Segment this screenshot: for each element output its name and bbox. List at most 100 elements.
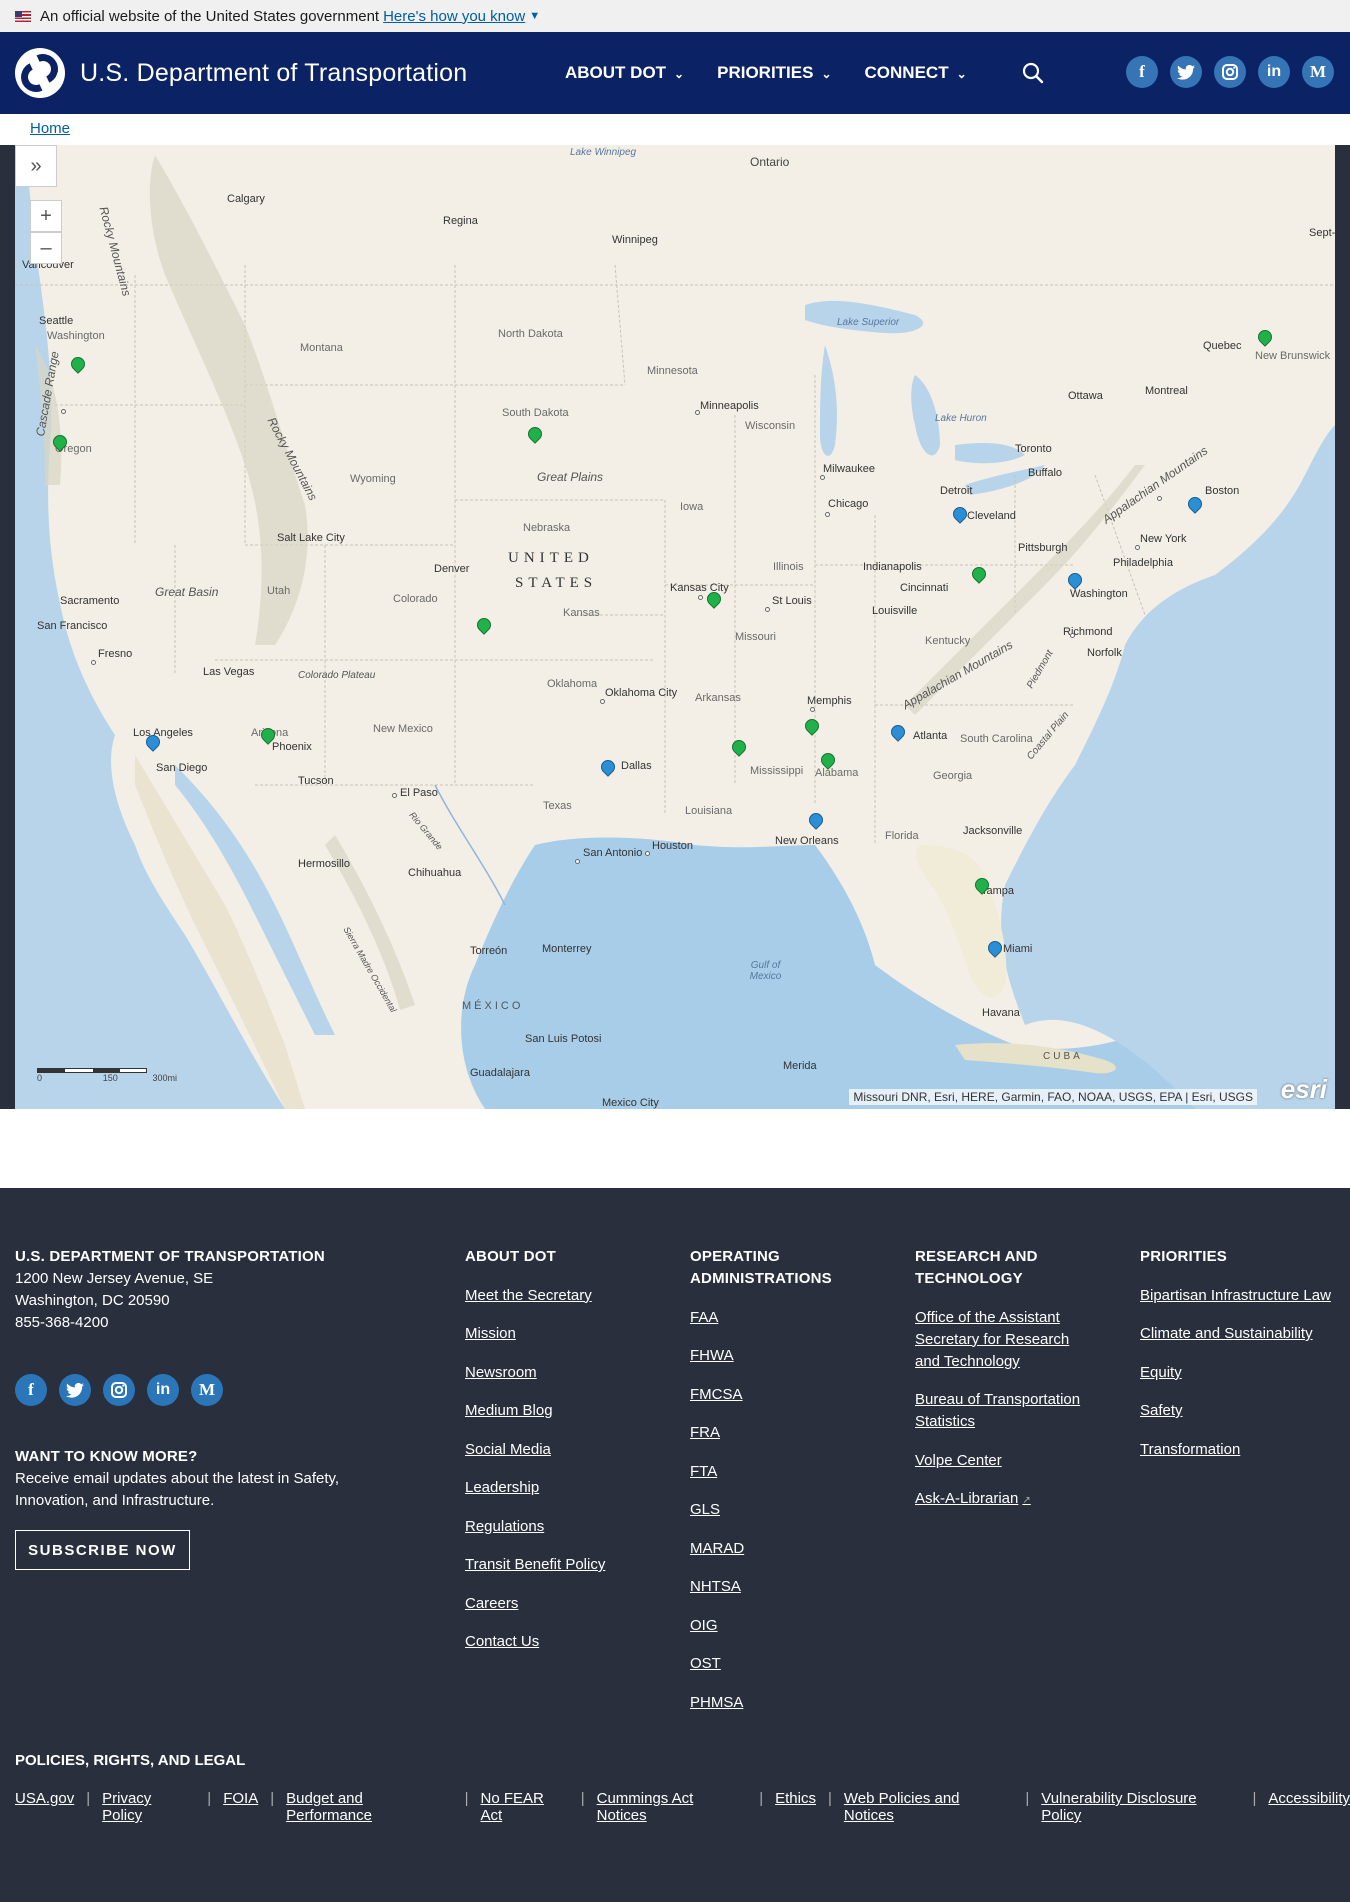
- zoom-out-button[interactable]: –: [30, 232, 62, 264]
- linkedin-icon[interactable]: in: [1258, 56, 1290, 88]
- heres-how-you-know-link[interactable]: Here's how you know: [383, 8, 525, 25]
- legal-link[interactable]: Privacy Policy: [102, 1790, 195, 1824]
- legal-link[interactable]: Web Policies and Notices: [844, 1790, 1014, 1824]
- footer-link[interactable]: Newsroom: [465, 1362, 655, 1384]
- dot-logo-link[interactable]: U.S. Department of Transportation: [15, 48, 467, 98]
- nav-connect[interactable]: CONNECT ⌄: [865, 63, 967, 83]
- zoom-in-button[interactable]: +: [30, 200, 62, 232]
- expand-panel-button[interactable]: »: [15, 145, 57, 187]
- legal-link[interactable]: Ethics: [775, 1790, 816, 1824]
- map-pin-blue[interactable]: [950, 504, 970, 525]
- external-link-icon: ↗: [1022, 1495, 1031, 1506]
- footer-link[interactable]: Climate and Sustainability: [1140, 1323, 1340, 1345]
- facebook-icon[interactable]: f: [15, 1374, 47, 1406]
- footer-link[interactable]: Safety: [1140, 1400, 1340, 1422]
- footer-link[interactable]: FTA: [690, 1461, 870, 1483]
- city-marker: [1070, 633, 1075, 638]
- minus-icon: –: [40, 236, 52, 259]
- map-pin-green[interactable]: [525, 424, 545, 445]
- nav-priorities[interactable]: PRIORITIES ⌄: [717, 63, 831, 83]
- footer-link[interactable]: FMCSA: [690, 1384, 870, 1406]
- map-label: Calgary: [227, 193, 265, 205]
- footer-link[interactable]: Social Media: [465, 1439, 655, 1461]
- footer-link[interactable]: Bipartisan Infrastructure Law: [1140, 1285, 1340, 1307]
- map-pin-green[interactable]: [818, 750, 838, 771]
- footer-link[interactable]: Contact Us: [465, 1631, 655, 1653]
- footer-link[interactable]: MARAD: [690, 1538, 870, 1560]
- footer-link[interactable]: Office of the Assistant Secretary for Re…: [915, 1307, 1095, 1373]
- legal-link[interactable]: Cummings Act Notices: [597, 1790, 748, 1824]
- esri-logo[interactable]: esri: [1281, 1074, 1327, 1105]
- map-pin-blue[interactable]: [143, 732, 163, 753]
- medium-icon[interactable]: M: [191, 1374, 223, 1406]
- instagram-icon[interactable]: [1214, 56, 1246, 88]
- map-label: Norfolk: [1087, 647, 1122, 659]
- legal-link[interactable]: Vulnerability Disclosure Policy: [1041, 1790, 1240, 1824]
- map-pin-green[interactable]: [729, 737, 749, 758]
- map-label: Sacramento: [60, 595, 120, 607]
- map-pin-blue[interactable]: [985, 938, 1005, 959]
- map-label: Arkansas: [695, 692, 741, 704]
- map-pin-blue[interactable]: [888, 722, 908, 743]
- footer-address-line: Washington, DC 20590: [15, 1292, 170, 1309]
- legal-link[interactable]: FOIA: [223, 1790, 258, 1824]
- footer-link[interactable]: FHWA: [690, 1345, 870, 1367]
- us-flag-icon: [15, 10, 31, 22]
- footer-link[interactable]: FRA: [690, 1422, 870, 1444]
- footer-link[interactable]: PHMSA: [690, 1692, 870, 1714]
- map-label: Pittsburgh: [1018, 542, 1068, 554]
- footer-link[interactable]: Volpe Center: [915, 1450, 1095, 1472]
- map-pin-green[interactable]: [802, 716, 822, 737]
- map-pin-green[interactable]: [704, 589, 724, 610]
- legal-heading: POLICIES, RIGHTS, AND LEGAL: [15, 1752, 246, 1769]
- footer-link[interactable]: Medium Blog: [465, 1400, 655, 1422]
- facebook-icon[interactable]: f: [1126, 56, 1158, 88]
- map-pin-green[interactable]: [1255, 327, 1275, 348]
- footer-phone: 855-368-4200: [15, 1314, 109, 1331]
- map-pin-green[interactable]: [68, 354, 88, 375]
- map-pin-blue[interactable]: [1185, 494, 1205, 515]
- footer-link[interactable]: Bureau of Transportation Statistics: [915, 1389, 1095, 1433]
- map-pin-green[interactable]: [972, 875, 992, 896]
- footer-link[interactable]: Meet the Secretary: [465, 1285, 655, 1307]
- legal-link[interactable]: No FEAR Act: [481, 1790, 569, 1824]
- footer-link[interactable]: Transformation: [1140, 1439, 1340, 1461]
- map-pin-blue[interactable]: [1065, 570, 1085, 591]
- map-label: Oklahoma City: [605, 687, 678, 699]
- footer-social-links: f in M: [15, 1374, 235, 1406]
- chevron-down-icon[interactable]: ▼: [529, 10, 540, 22]
- twitter-icon[interactable]: [59, 1374, 91, 1406]
- map-pin-green[interactable]: [474, 615, 494, 636]
- map-pin-blue[interactable]: [806, 810, 826, 831]
- map-pin-green[interactable]: [258, 725, 278, 746]
- footer-link[interactable]: Mission: [465, 1323, 655, 1345]
- map-pin-green[interactable]: [50, 432, 70, 453]
- footer-link[interactable]: Transit Benefit Policy: [465, 1554, 655, 1576]
- legal-link[interactable]: Accessibility: [1268, 1790, 1350, 1824]
- footer-link[interactable]: Careers: [465, 1593, 655, 1615]
- nav-about-dot[interactable]: ABOUT DOT ⌄: [565, 63, 684, 83]
- breadcrumb-home-link[interactable]: Home: [30, 120, 70, 137]
- footer-link[interactable]: Equity: [1140, 1362, 1340, 1384]
- instagram-icon[interactable]: [103, 1374, 135, 1406]
- medium-icon[interactable]: M: [1302, 56, 1334, 88]
- footer-link[interactable]: Ask-A-Librarian ↗: [915, 1488, 1095, 1512]
- footer-link[interactable]: Regulations: [465, 1516, 655, 1538]
- map-pin-green[interactable]: [969, 564, 989, 585]
- subscribe-button[interactable]: SUBSCRIBE NOW: [15, 1530, 190, 1570]
- footer-link[interactable]: NHTSA: [690, 1576, 870, 1598]
- footer-link[interactable]: FAA: [690, 1307, 870, 1329]
- project-map[interactable]: Lake Winnipeg Ontario Rocky Mountains Ca…: [15, 145, 1335, 1109]
- twitter-icon[interactable]: [1170, 56, 1202, 88]
- legal-link[interactable]: Budget and Performance: [286, 1790, 452, 1824]
- map-label: Houston: [652, 840, 693, 852]
- footer-link[interactable]: OST: [690, 1653, 870, 1675]
- linkedin-icon[interactable]: in: [147, 1374, 179, 1406]
- search-button[interactable]: [1020, 60, 1046, 86]
- footer-link[interactable]: OIG: [690, 1615, 870, 1637]
- map-pin-blue[interactable]: [598, 757, 618, 778]
- footer-link[interactable]: GLS: [690, 1499, 870, 1521]
- legal-link[interactable]: USA.gov: [15, 1790, 74, 1824]
- map-label: STATES: [515, 575, 598, 591]
- footer-link[interactable]: Leadership: [465, 1477, 655, 1499]
